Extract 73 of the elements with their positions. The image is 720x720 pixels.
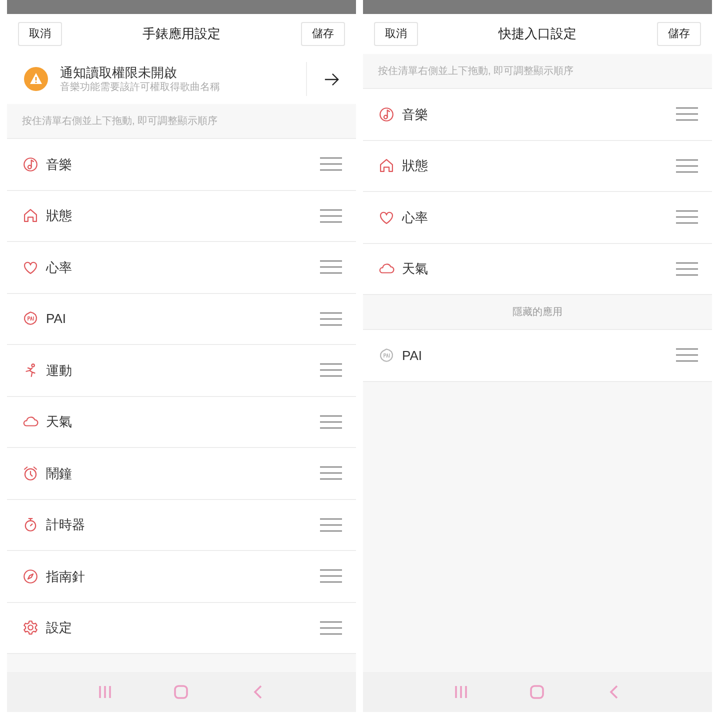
warning-icon xyxy=(24,67,48,91)
save-button[interactable]: 儲存 xyxy=(301,22,345,46)
app-name: PAI xyxy=(402,346,423,364)
notice-subtitle: 音樂功能需要該許可權取得歌曲名稱 xyxy=(60,80,221,94)
app-row[interactable]: 天氣 xyxy=(7,396,356,448)
screen-title: 手錶應用設定 xyxy=(142,25,220,44)
notice-title: 通知讀取權限未開啟 xyxy=(60,64,178,80)
app-name: 計時器 xyxy=(46,516,86,534)
app-name: 設定 xyxy=(46,619,73,637)
drag-handle-icon[interactable] xyxy=(320,620,342,635)
music-note-icon xyxy=(378,106,395,123)
app-row[interactable]: 狀態 xyxy=(7,190,356,242)
drag-handle-icon[interactable] xyxy=(676,262,698,276)
drag-handle-icon[interactable] xyxy=(320,260,342,274)
drag-handle-icon[interactable] xyxy=(320,414,342,429)
drag-handle-icon[interactable] xyxy=(320,208,342,223)
screen-title: 快捷入口設定 xyxy=(498,25,576,44)
app-row[interactable]: 音樂 xyxy=(7,139,356,190)
drag-handle-icon[interactable] xyxy=(320,569,342,584)
app-name: 狀態 xyxy=(402,157,429,175)
app-row[interactable]: 計時器 xyxy=(7,500,356,551)
app-name: 運動 xyxy=(46,362,73,380)
home-icon[interactable] xyxy=(173,683,190,701)
drag-handle-icon[interactable] xyxy=(676,158,698,173)
app-row[interactable]: 鬧鐘 xyxy=(7,448,356,500)
cancel-button[interactable]: 取消 xyxy=(374,22,418,46)
app-name: 音樂 xyxy=(46,156,73,174)
app-row[interactable]: 音樂 xyxy=(363,89,712,140)
drag-handle-icon[interactable] xyxy=(320,466,342,480)
app-name: 心率 xyxy=(46,258,73,276)
music-note-icon xyxy=(22,156,39,173)
drag-handle-icon[interactable] xyxy=(320,157,342,172)
home-icon[interactable] xyxy=(529,683,546,701)
app-row[interactable]: 心率 xyxy=(363,192,712,244)
house-icon xyxy=(378,157,395,174)
drag-handle-icon[interactable] xyxy=(320,518,342,532)
app-name: 音樂 xyxy=(402,106,429,124)
app-row[interactable]: 運動 xyxy=(7,345,356,396)
drag-handle-icon[interactable] xyxy=(676,348,698,362)
app-row[interactable]: PAI xyxy=(363,330,712,382)
app-name: 天氣 xyxy=(46,413,73,431)
stopwatch-icon xyxy=(22,516,39,534)
section-header: 隱藏的應用 xyxy=(512,306,562,320)
cancel-button[interactable]: 取消 xyxy=(18,22,62,46)
app-name: 天氣 xyxy=(402,260,429,278)
recent-apps-icon[interactable] xyxy=(453,683,470,701)
gear-icon xyxy=(22,619,39,636)
notice-banner[interactable]: 通知讀取權限未開啟 音樂功能需要該許可權取得歌曲名稱 xyxy=(7,54,356,104)
house-icon xyxy=(22,207,39,224)
app-name: 鬧鐘 xyxy=(46,464,73,482)
hint-text: 按住清單右側並上下拖動, 即可調整顯示順序 xyxy=(22,114,218,128)
recent-apps-icon[interactable] xyxy=(97,683,114,701)
app-row[interactable]: 天氣 xyxy=(363,244,712,295)
drag-handle-icon[interactable] xyxy=(320,312,342,326)
pai-badge-icon xyxy=(22,310,39,328)
app-row[interactable]: 心率 xyxy=(7,242,356,294)
save-button[interactable]: 儲存 xyxy=(657,22,701,46)
app-row[interactable]: 設定 xyxy=(7,602,356,654)
app-name: 指南針 xyxy=(46,568,86,586)
arrow-right-icon[interactable] xyxy=(324,72,339,86)
app-name: PAI xyxy=(46,310,67,328)
pai-badge-icon xyxy=(378,346,395,364)
alarm-clock-icon xyxy=(22,464,39,482)
app-row[interactable]: PAI xyxy=(7,294,356,345)
app-name: 心率 xyxy=(402,208,429,226)
app-row[interactable]: 狀態 xyxy=(363,140,712,192)
drag-handle-icon[interactable] xyxy=(676,107,698,122)
app-row[interactable]: 指南針 xyxy=(7,551,356,602)
app-name: 狀態 xyxy=(46,207,73,225)
drag-handle-icon[interactable] xyxy=(676,210,698,224)
hint-text: 按住清單右側並上下拖動, 即可調整顯示順序 xyxy=(378,64,574,78)
compass-icon xyxy=(22,568,39,585)
drag-handle-icon[interactable] xyxy=(320,363,342,378)
